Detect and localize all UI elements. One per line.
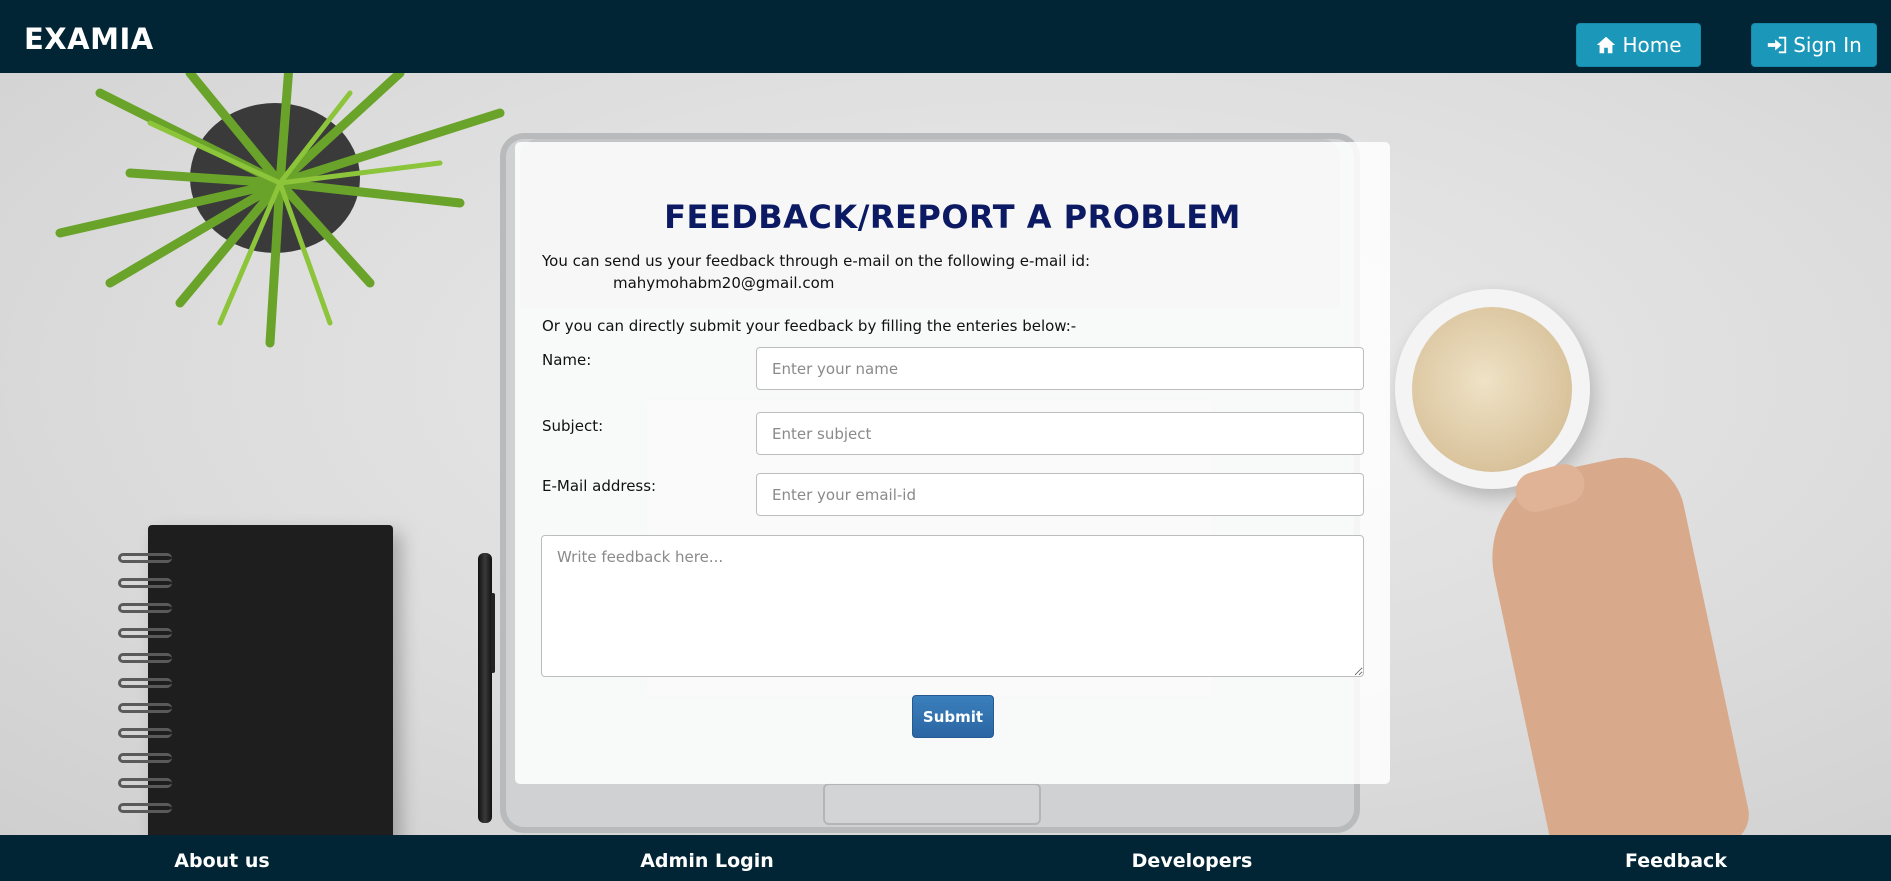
- notebook-image: [148, 525, 393, 835]
- notebook-spiral: [118, 728, 172, 738]
- notebook-spiral: [118, 603, 172, 613]
- plant-leaves-image: [55, 73, 505, 348]
- contact-email: mahymohabm20@gmail.com: [613, 274, 835, 292]
- footer-link-admin-login[interactable]: Admin Login: [640, 850, 774, 872]
- name-label: Name:: [542, 351, 592, 369]
- notebook-spiral: [118, 753, 172, 763]
- sign-in-icon: [1768, 36, 1787, 54]
- pen-image: [478, 553, 492, 823]
- footer-link-developers[interactable]: Developers: [1132, 850, 1253, 872]
- coffee-image: [1412, 307, 1572, 472]
- notebook-spiral: [118, 628, 172, 638]
- notebook-spiral: [118, 803, 172, 813]
- pen-clip-image: [491, 593, 495, 673]
- navbar: EXAMIA Home Sign In: [0, 0, 1891, 73]
- home-icon: [1597, 36, 1616, 54]
- notebook-spiral: [118, 678, 172, 688]
- email-label: E-Mail address:: [542, 477, 657, 495]
- page-title: FEEDBACK/REPORT A PROBLEM: [664, 198, 1241, 236]
- form-intro-text: Or you can directly submit your feedback…: [542, 317, 1077, 335]
- home-button-label: Home: [1622, 33, 1682, 57]
- trackpad-image: [823, 783, 1041, 825]
- sign-in-button-label: Sign In: [1793, 33, 1862, 57]
- notebook-spiral: [118, 553, 172, 563]
- footer: About us Admin Login Developers Feedback: [0, 835, 1891, 881]
- feedback-card: FEEDBACK/REPORT A PROBLEM You can send u…: [515, 142, 1390, 784]
- email-intro-text: You can send us your feedback through e-…: [542, 252, 1091, 270]
- feedback-textarea[interactable]: [541, 535, 1364, 677]
- sign-in-button[interactable]: Sign In: [1751, 23, 1877, 67]
- footer-link-feedback[interactable]: Feedback: [1625, 850, 1727, 872]
- notebook-spiral: [118, 703, 172, 713]
- brand-logo-text[interactable]: EXAMIA: [24, 22, 154, 56]
- name-input[interactable]: [756, 347, 1364, 390]
- notebook-spiral: [118, 653, 172, 663]
- hand-image: [1475, 446, 1755, 835]
- notebook-spiral: [118, 578, 172, 588]
- email-input[interactable]: [756, 473, 1364, 516]
- home-button[interactable]: Home: [1576, 23, 1701, 67]
- subject-input[interactable]: [756, 412, 1364, 455]
- subject-label: Subject:: [542, 417, 604, 435]
- submit-button[interactable]: Submit: [912, 695, 994, 738]
- notebook-spiral: [118, 778, 172, 788]
- footer-link-about-us[interactable]: About us: [174, 850, 269, 872]
